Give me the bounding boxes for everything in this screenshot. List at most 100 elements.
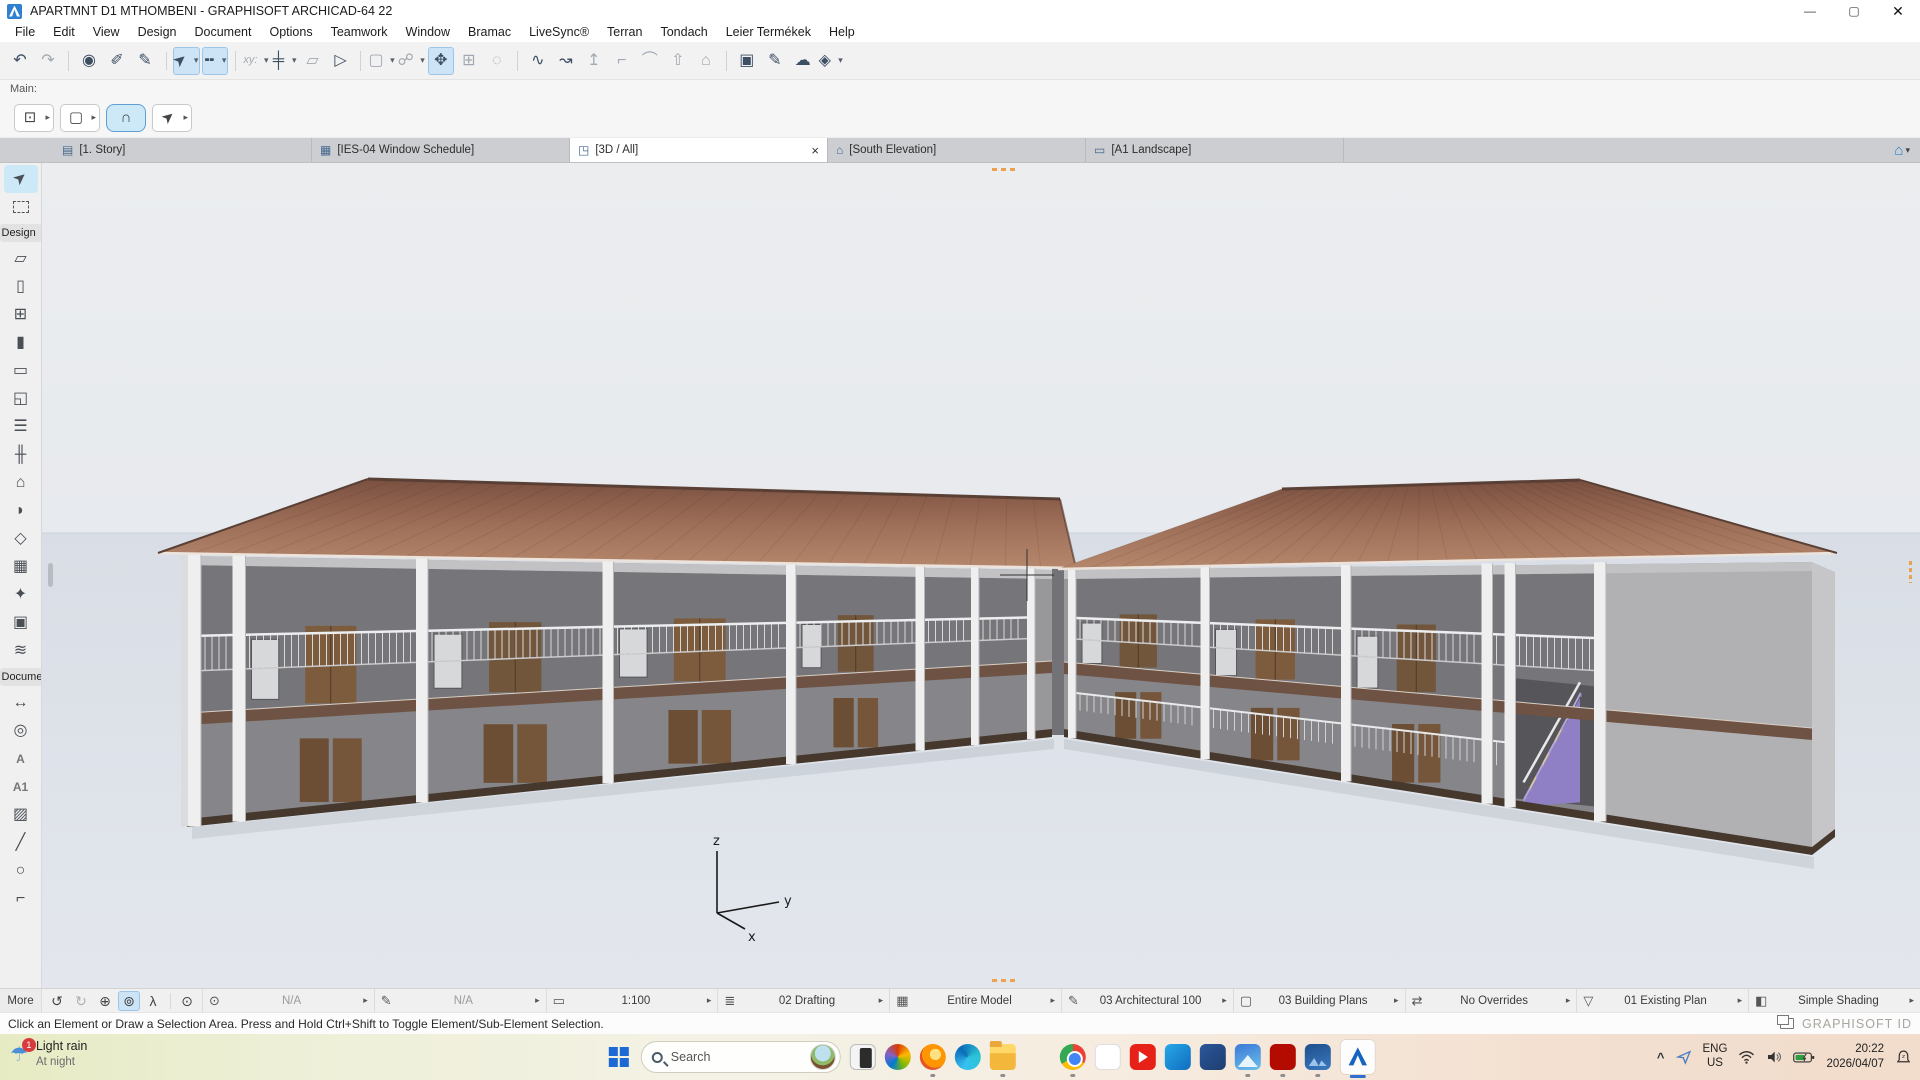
acrobat-icon[interactable] xyxy=(1270,1044,1296,1070)
quick-renovation-filter[interactable]: ▽ 01 Existing Plan xyxy=(1576,989,1748,1012)
beam-tool[interactable]: ▭ xyxy=(4,357,38,385)
notification-bell-icon[interactable]: z xyxy=(1895,1049,1912,1066)
undo-icon[interactable]: ↶ xyxy=(7,47,33,75)
photos-icon[interactable] xyxy=(1235,1044,1261,1070)
morph-tool[interactable]: ◇ xyxy=(4,525,38,553)
menu-item[interactable]: Window xyxy=(397,22,459,42)
text-tool[interactable]: A xyxy=(4,745,38,773)
viewport-scroll-grip[interactable] xyxy=(48,563,53,587)
quick-pen-set[interactable]: ✎ 03 Architectural 100 xyxy=(1061,989,1233,1012)
fill-tool[interactable]: ▨ xyxy=(4,801,38,829)
toolbox-section-document[interactable]: Docume xyxy=(0,668,42,686)
coordinates-icon[interactable]: xy: xyxy=(243,47,269,75)
menu-item[interactable]: Design xyxy=(129,22,186,42)
door-tool[interactable]: ▯ xyxy=(4,273,38,301)
roof-tool[interactable]: ⌂ xyxy=(4,469,38,497)
quick-scale[interactable]: ▭ 1:100 xyxy=(546,989,718,1012)
mesh-tool[interactable]: ≋ xyxy=(4,637,38,665)
circle-tool[interactable]: ○ xyxy=(4,857,38,885)
menu-item[interactable]: Options xyxy=(260,22,321,42)
start-button[interactable] xyxy=(606,1044,632,1070)
render-icon[interactable]: ✎ xyxy=(762,47,788,75)
zone-tool[interactable]: ▣ xyxy=(4,609,38,637)
window-tool[interactable]: ⊞ xyxy=(4,301,38,329)
menu-item[interactable]: Edit xyxy=(44,22,84,42)
arc-icon[interactable]: ⌒ xyxy=(637,47,663,75)
object-tool[interactable]: ✦ xyxy=(4,581,38,609)
raise-icon[interactable]: ↥ xyxy=(581,47,607,75)
stocks-icon[interactable] xyxy=(1095,1044,1121,1070)
redo-icon[interactable]: ↷ xyxy=(35,47,61,75)
profile-icon[interactable]: ☍ xyxy=(398,47,426,75)
frame-icon[interactable]: ▢ xyxy=(368,47,395,75)
wifi-icon[interactable] xyxy=(1738,1050,1755,1064)
menu-item[interactable]: LiveSync® xyxy=(520,22,598,42)
snap-guides-icon[interactable]: ╍ xyxy=(202,47,228,75)
edge-icon[interactable] xyxy=(955,1044,981,1070)
menu-item[interactable]: Leier Termékek xyxy=(717,22,820,42)
tab-window-schedule[interactable]: ▦ [IES-04 Window Schedule] × xyxy=(312,138,570,162)
menu-item[interactable]: View xyxy=(84,22,129,42)
taskview-icon[interactable] xyxy=(850,1044,876,1070)
tab-1-story[interactable]: ▤ [1. Story] × xyxy=(54,138,312,162)
walk-mode-icon[interactable]: λ xyxy=(142,991,164,1011)
dropbox-icon[interactable] xyxy=(1025,1044,1051,1070)
marquee-flyout-icon[interactable]: ⊡ xyxy=(14,104,54,132)
toolbox-more-button[interactable]: More xyxy=(0,989,42,1012)
marquee-tool[interactable] xyxy=(4,193,38,221)
orient-arrow-icon[interactable]: ▷ xyxy=(327,47,353,75)
column-tool[interactable]: ▮ xyxy=(4,329,38,357)
zoom-next-icon[interactable]: ↻ xyxy=(70,991,92,1011)
menu-item[interactable]: Terran xyxy=(598,22,651,42)
curtain-wall-tool[interactable]: ▦ xyxy=(4,553,38,581)
shell-tool[interactable]: ◗ xyxy=(4,497,38,525)
quick-structure-display[interactable]: ▦ Entire Model xyxy=(889,989,1061,1012)
transform-icon[interactable]: ▣ xyxy=(734,47,760,75)
dimension-tool[interactable]: ↔ xyxy=(4,689,38,717)
survey-grid-icon[interactable]: ⊞ xyxy=(456,47,482,75)
taskbar-search-input[interactable]: Search xyxy=(641,1041,841,1073)
tab-a1-landscape[interactable]: ▭ [A1 Landscape] × xyxy=(1086,138,1344,162)
magnet-icon[interactable]: ∩ xyxy=(106,104,146,132)
zoom-previous-icon[interactable]: ↺ xyxy=(46,991,68,1011)
orbit-icon[interactable]: ⊚ xyxy=(118,991,140,1011)
tab-3d-all[interactable]: ◳ [3D / All] × xyxy=(570,138,828,162)
guide-lines-icon[interactable]: ╪ xyxy=(271,47,297,75)
label-tool[interactable]: A1 xyxy=(4,773,38,801)
language-switcher[interactable]: ENG US xyxy=(1703,1043,1728,1071)
line-tool[interactable]: ╱ xyxy=(4,829,38,857)
windows-stack-icon[interactable] xyxy=(1780,1018,1794,1029)
pickup-parameters-icon[interactable]: ◉ xyxy=(76,47,102,75)
quick-3d-style[interactable]: ◧ Simple Shading xyxy=(1748,989,1920,1012)
word-icon[interactable] xyxy=(1200,1044,1226,1070)
home-icon[interactable]: ⌂ xyxy=(693,47,719,75)
3d-viewport-canvas[interactable]: zyx xyxy=(42,163,1920,988)
view-style-icon[interactable]: ◈ xyxy=(818,47,844,75)
virtual-trace-icon[interactable]: ▱ xyxy=(299,47,325,75)
arrow-marquee-icon[interactable]: ▢ xyxy=(60,104,100,132)
zoom-in-icon[interactable]: ⊕ xyxy=(94,991,116,1011)
railing-tool[interactable]: ╫ xyxy=(4,441,38,469)
quick-favorites-na[interactable]: ✎ N/A xyxy=(374,989,546,1012)
detail-tool[interactable]: ◎ xyxy=(4,717,38,745)
copilot-icon[interactable] xyxy=(885,1044,911,1070)
inject-settings-icon[interactable]: ✎ xyxy=(132,47,158,75)
pane-divider-handle-right[interactable] xyxy=(1909,561,1912,583)
zoom-magnifier-icon[interactable]: ⊙ xyxy=(176,991,198,1011)
select-arrow-tool[interactable]: ➤ xyxy=(4,165,38,193)
spline-icon[interactable]: ∿ xyxy=(525,47,551,75)
popup-navigator-button[interactable]: ⌂ ▾ xyxy=(1884,138,1920,162)
quick-layer[interactable]: ≣ 02 Drafting xyxy=(717,989,889,1012)
edit-polygon-icon[interactable]: ✥ xyxy=(428,47,454,75)
films-icon[interactable] xyxy=(1305,1044,1331,1070)
toolbox-section-design[interactable]: Design xyxy=(0,224,42,242)
lasso-icon[interactable]: ◌ xyxy=(484,47,510,75)
pane-divider-handle-bottom[interactable] xyxy=(992,979,1018,982)
location-icon[interactable] xyxy=(1676,1049,1692,1065)
graphisoft-id-label[interactable]: GRAPHISOFT ID xyxy=(1802,1017,1912,1031)
outlook-icon[interactable] xyxy=(1165,1044,1191,1070)
weather-widget[interactable]: ☂ 1 Light rain At night xyxy=(10,1039,87,1069)
menu-item[interactable]: Document xyxy=(186,22,261,42)
explorer-icon[interactable] xyxy=(990,1044,1016,1070)
menu-item[interactable]: Tondach xyxy=(651,22,716,42)
